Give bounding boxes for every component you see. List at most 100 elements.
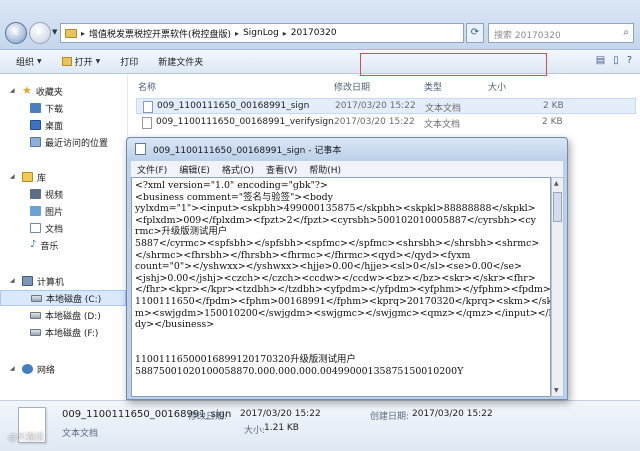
computer-icon [22,276,33,286]
text-line: <business comment="签名与验签"><body [135,191,333,203]
sidebar-item-music[interactable]: ♪ 音乐 [0,237,58,253]
breadcrumb-segment[interactable]: 增值税发票税控开票软件(税控盘版) [89,27,231,40]
scroll-down-icon[interactable]: ▼ [554,387,559,394]
breadcrumb-segment[interactable]: 20170320 [291,28,337,38]
chevron-down-icon: ▼ [37,58,42,65]
new-folder-button[interactable]: 新建文件夹 [152,53,209,70]
back-button[interactable]: ‹ [5,22,27,44]
menu-file[interactable]: 文件(F) [137,163,167,176]
scrollbar-thumb[interactable] [553,192,562,222]
file-name: 009_1100111650_00168991_verifysign [156,117,334,127]
menu-format[interactable]: 格式(O) [222,163,254,176]
menu-help[interactable]: 帮助(H) [309,163,341,176]
sidebar-item-drive-c[interactable]: 本地磁盘 (C:) [0,290,126,306]
view-options-icon[interactable]: ▤ [596,55,605,66]
menu-edit[interactable]: 编辑(E) [179,163,210,176]
address-bar-area: ‹ › ▼ ▸ 增值税发票税控开票软件(税控盘版) ▸ SignLog ▸ 20… [0,0,640,50]
file-size: 2 KB [542,117,563,127]
sidebar-item-drive-f[interactable]: 本地磁盘 (F:) [0,324,98,340]
column-header-type[interactable]: 类型 [424,80,442,93]
forward-button[interactable]: › [29,22,51,44]
sidebar-item-computer[interactable]: 计算机 [0,273,64,289]
sidebar-item-label: 视频 [45,190,64,201]
refresh-button[interactable]: ⟳ [466,23,484,43]
sidebar-item-label: 收藏夹 [35,87,63,98]
sidebar-item-desktop[interactable]: 桌面 [0,117,63,133]
column-header-size[interactable]: 大小 [488,80,506,93]
picture-icon [30,206,41,216]
organize-button[interactable]: 组织 ▼ [10,53,48,70]
open-icon [61,57,72,66]
text-line: rmc>升级版测试用户 [135,226,228,238]
text-line: 5887500102010005887​0.000.000.000.004990… [135,365,464,377]
details-modified-value: 2017/03/20 15:22 [240,409,321,419]
text-line: <fplxdm>009</fplxdm><fpzt>2</fpzt><cyrsb… [135,214,536,226]
sidebar-item-videos[interactable]: 视频 [0,186,63,202]
recent-pages-chevron-icon[interactable]: ▼ [52,28,57,36]
address-input[interactable]: ▸ 增值税发票税控开票软件(税控盘版) ▸ SignLog ▸ 20170320 [60,23,464,43]
sidebar-item-favorites[interactable]: ★ 收藏夹 [0,83,63,99]
desktop-icon [30,120,41,130]
search-placeholder: 搜索 20170320 [494,31,561,41]
details-created-value: 2017/03/20 15:22 [412,409,493,419]
search-icon[interactable]: ⌕ [623,27,629,38]
document-icon [30,223,41,233]
column-header-name[interactable]: 名称 [138,80,156,93]
music-icon: ♪ [30,239,37,250]
text-line: dy></business> [135,319,215,331]
details-created-label: 创建日期: [370,412,410,422]
sidebar-item-documents[interactable]: 文档 [0,220,63,236]
downloads-folder-icon [30,103,41,113]
notepad-window[interactable]: 009_1100111650_00168991_sign - 记事本 文件(F)… [126,137,568,400]
breadcrumb-separator-icon[interactable]: ▸ [283,29,287,38]
notepad-title: 009_1100111650_00168991_sign - 记事本 [153,146,342,156]
sidebar-item-label: 库 [37,173,47,184]
details-pane: 009_1100111650_00168991_sign 文本文档 修改日期: … [0,400,640,451]
notepad-text-area[interactable]: <?xml version="1.0" encoding="gbk"?> <bus… [131,177,551,397]
text-line: count="0"></yshwxx></yshwxx><hjje>0.00</… [135,261,522,273]
star-icon: ★ [22,84,32,97]
recent-places-icon [30,137,41,147]
file-row[interactable]: 009_1100111650_00168991_sign 2017/03/20 … [136,98,636,114]
breadcrumb-separator-icon[interactable]: ▸ [235,29,239,38]
sidebar-item-recent[interactable]: 最近访问的位置 [0,134,108,150]
help-icon[interactable]: ? [627,55,632,66]
open-button[interactable]: 打开 ▼ [56,53,107,70]
drive-icon [30,328,41,336]
video-icon [30,189,41,199]
file-name: 009_1100111650_00168991_sign [157,101,310,111]
text-file-icon [142,117,152,129]
text-line [135,342,547,354]
sidebar-item-label: 桌面 [45,121,64,132]
scroll-up-icon[interactable]: ▲ [554,180,559,187]
preview-pane-icon[interactable]: ▯ [613,55,619,66]
folder-icon [65,28,77,38]
sidebar-item-label: 音乐 [40,241,59,252]
file-size: 2 KB [543,101,564,111]
breadcrumb-separator-icon[interactable]: ▸ [81,29,85,38]
sidebar-item-libraries[interactable]: 库 [0,169,46,185]
notepad-title-bar[interactable]: 009_1100111650_00168991_sign - 记事本 [127,138,567,160]
sidebar-item-label: 文档 [45,224,64,235]
file-type: 文本文档 [424,120,461,130]
drive-icon [31,294,42,302]
sidebar-item-label: 本地磁盘 (C:) [46,294,102,305]
breadcrumb-segment[interactable]: SignLog [243,28,279,38]
print-button[interactable]: 打印 [114,53,144,70]
sidebar-item-drive-d[interactable]: 本地磁盘 (D:) [0,307,101,323]
details-file-type: 文本文档 [62,429,99,439]
network-icon [22,364,33,374]
sidebar-item-pictures[interactable]: 图片 [0,203,63,219]
search-input[interactable]: 搜索 20170320 ⌕ [488,23,634,43]
file-type: 文本文档 [425,104,462,114]
vertical-scrollbar[interactable]: ▲ ▼ [551,177,564,397]
file-row[interactable]: 009_1100111650_00168991_verifysign 2017/… [136,115,636,131]
sidebar-item-downloads[interactable]: 下载 [0,100,63,116]
column-header-date[interactable]: 修改日期 [334,80,370,93]
text-file-icon [143,101,153,113]
menu-view[interactable]: 查看(V) [266,163,297,176]
text-line: 1100111650001689912017032​0升级版测试用户 [135,353,356,365]
text-line: <jshj>0.00</jshj><czch></czch><ccdw></cc… [135,272,536,284]
sidebar-item-network[interactable]: 网络 [0,361,55,377]
sidebar-item-label: 网络 [37,365,56,376]
